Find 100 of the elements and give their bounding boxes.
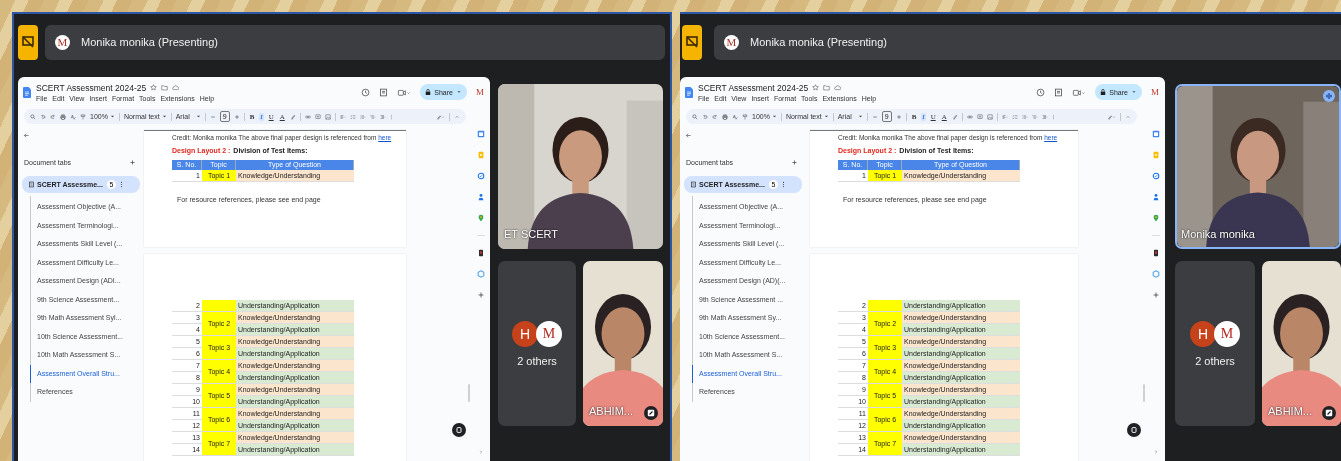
spellcheck-icon[interactable]: [70, 113, 76, 120]
redo-icon[interactable]: [50, 113, 56, 120]
back-arrow-icon[interactable]: [23, 132, 30, 139]
notes-icon[interactable]: [1152, 151, 1160, 159]
cloud-icon[interactable]: [834, 84, 842, 91]
notes-icon[interactable]: [477, 151, 485, 159]
cloud-icon[interactable]: [172, 84, 180, 91]
image-icon[interactable]: [986, 113, 993, 120]
folder-icon[interactable]: [161, 84, 169, 91]
chevron-icon[interactable]: [1153, 449, 1159, 455]
star-icon[interactable]: [812, 84, 820, 91]
history-icon[interactable]: [1036, 87, 1046, 97]
checklist-icon[interactable]: [349, 113, 356, 120]
participant-avatar: M: [1214, 320, 1240, 347]
plus-icon[interactable]: [1152, 291, 1160, 299]
add-comment-icon[interactable]: [314, 113, 321, 120]
floating-button[interactable]: [452, 423, 466, 437]
search-icon[interactable]: [692, 113, 698, 120]
checklist-icon[interactable]: [1011, 113, 1018, 120]
add-tab-icon[interactable]: [791, 159, 798, 166]
align-icon[interactable]: [339, 113, 346, 120]
history-icon[interactable]: [361, 87, 371, 97]
caret-icon[interactable]: [195, 114, 201, 119]
undo-icon[interactable]: [702, 113, 708, 120]
person-icon[interactable]: [1152, 193, 1160, 201]
print-icon[interactable]: [722, 113, 728, 120]
plus-icon[interactable]: [895, 113, 902, 120]
link-icon[interactable]: [304, 113, 311, 120]
plus-icon[interactable]: [233, 113, 240, 120]
pip-icon[interactable]: [644, 406, 658, 420]
spellcheck-icon[interactable]: [732, 113, 738, 120]
scrollbar[interactable]: [468, 384, 470, 402]
person-icon[interactable]: [477, 193, 485, 201]
map-pin-icon[interactable]: [1152, 214, 1160, 222]
hexagon-icon[interactable]: [477, 270, 485, 278]
map-pin-icon[interactable]: [477, 214, 485, 222]
presentation-icon[interactable]: [18, 24, 38, 60]
collapse-icon[interactable]: [1125, 113, 1131, 120]
editing-mode-icon[interactable]: [436, 113, 445, 120]
caret-icon[interactable]: [161, 114, 167, 119]
numbered-list-icon[interactable]: [1031, 113, 1038, 120]
link-icon[interactable]: [966, 113, 973, 120]
caret-icon[interactable]: [109, 114, 115, 119]
add-comment-icon[interactable]: [976, 113, 983, 120]
document-title[interactable]: SCERT Assessment 2024-25: [36, 82, 147, 93]
back-arrow-icon[interactable]: [685, 132, 692, 139]
caret-icon[interactable]: [857, 114, 863, 119]
others-label: 2 others: [517, 354, 557, 367]
highlighter-icon[interactable]: [951, 113, 958, 120]
account-avatar[interactable]: M: [476, 87, 484, 97]
folder-icon[interactable]: [823, 84, 831, 91]
calendar-icon[interactable]: [1152, 130, 1160, 138]
undo-icon[interactable]: [40, 113, 46, 120]
tasks-icon[interactable]: [477, 172, 485, 180]
bullet-list-icon[interactable]: [1021, 113, 1028, 120]
add-tab-icon[interactable]: [129, 159, 136, 166]
document-title[interactable]: SCERT Assessment 2024-25: [698, 82, 809, 93]
numbered-list-icon[interactable]: [369, 113, 376, 120]
app-icon[interactable]: [1152, 249, 1160, 257]
video-call-icon[interactable]: [397, 87, 412, 97]
minus-icon[interactable]: [209, 113, 216, 120]
presentation-icon[interactable]: [682, 24, 702, 60]
search-icon[interactable]: [30, 113, 36, 120]
highlighter-icon[interactable]: [289, 113, 296, 120]
others-label: 2 others: [1195, 354, 1235, 367]
paint-format-icon[interactable]: [80, 113, 86, 120]
document-icon[interactable]: [23, 86, 31, 98]
caret-icon[interactable]: [771, 114, 777, 119]
app-icon[interactable]: [477, 249, 485, 257]
video-call-icon[interactable]: [1072, 87, 1087, 97]
comment-icon[interactable]: [379, 87, 389, 97]
paint-format-icon[interactable]: [742, 113, 748, 120]
tasks-icon[interactable]: [1152, 172, 1160, 180]
print-icon[interactable]: [60, 113, 66, 120]
scrollbar[interactable]: [1143, 384, 1145, 402]
caret-icon[interactable]: [823, 114, 829, 119]
presenter-avatar: M: [724, 34, 739, 50]
collapse-icon[interactable]: [454, 113, 460, 120]
others-tile[interactable]: H M 2 others: [1175, 261, 1255, 426]
chevron-icon[interactable]: [478, 449, 484, 455]
align-icon[interactable]: [1001, 113, 1008, 120]
redo-icon[interactable]: [712, 113, 718, 120]
calendar-icon[interactable]: [477, 130, 485, 138]
minus-icon[interactable]: [871, 113, 878, 120]
editing-mode-icon[interactable]: [1107, 113, 1116, 120]
plus-icon[interactable]: [477, 291, 485, 299]
hexagon-icon[interactable]: [1152, 270, 1160, 278]
image-icon[interactable]: [324, 113, 331, 120]
bullet-list-icon[interactable]: [359, 113, 366, 120]
star-icon[interactable]: [150, 84, 158, 91]
indent-icon[interactable]: [379, 113, 386, 120]
more-icon[interactable]: [781, 181, 785, 188]
comment-icon[interactable]: [1054, 87, 1064, 97]
pip-icon[interactable]: [1322, 406, 1336, 420]
indent-icon[interactable]: [1041, 113, 1048, 120]
floating-button[interactable]: [1127, 423, 1141, 437]
others-tile[interactable]: H M 2 others: [498, 261, 576, 426]
document-icon[interactable]: [685, 86, 693, 98]
more-icon[interactable]: [119, 181, 123, 188]
account-avatar[interactable]: M: [1151, 87, 1159, 97]
